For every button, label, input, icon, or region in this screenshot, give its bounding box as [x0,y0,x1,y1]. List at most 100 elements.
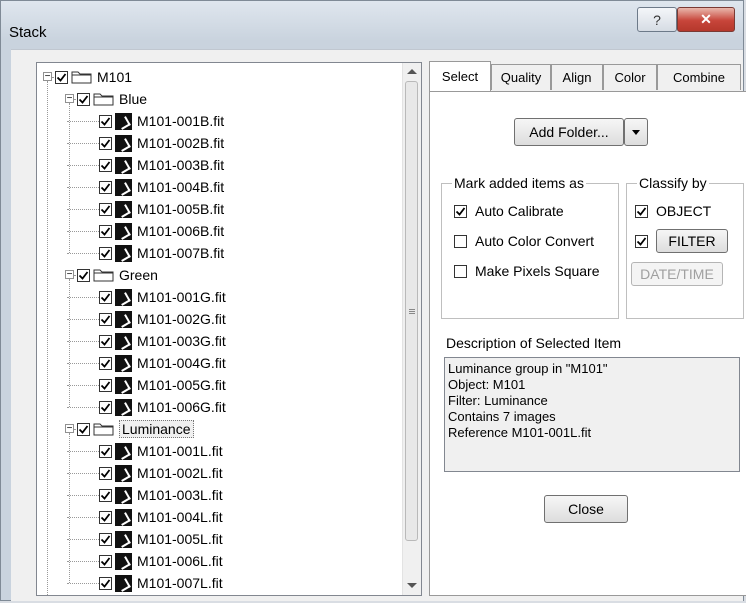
tree-item-folder[interactable]: Blue [77,88,147,110]
tree-checkbox[interactable] [99,312,112,326]
fit-file-icon [115,354,132,372]
tab-quality[interactable]: Quality [491,64,551,90]
object-checkbox[interactable]: OBJECT [635,203,711,219]
tree-checkbox[interactable] [99,114,112,128]
close-window-button[interactable]: ✕ [677,7,735,32]
file-tree[interactable]: − M101 − Blue M101-001B.fit M101-002B.fit M101… [36,62,422,596]
date-time-button[interactable]: DATE/TIME [631,262,723,286]
add-folder-dropdown-button[interactable] [624,118,648,146]
tree-item-file[interactable]: M101-006G.fit [99,396,226,418]
tree-checkbox[interactable] [77,268,90,282]
tree-item-file[interactable]: M101-007L.fit [99,572,223,594]
folder-icon [93,423,114,436]
checkmark-icon [78,94,89,104]
folder-icon-wrap [93,92,119,106]
tree-item-file[interactable]: M101-005B.fit [99,198,224,220]
checkbox-box[interactable] [635,234,648,248]
tree-item-file[interactable]: M101-006B.fit [99,220,224,242]
tree-checkbox[interactable] [99,532,112,546]
tree-checkbox[interactable] [77,422,90,436]
tree-item-file[interactable]: M101-003L.fit [99,484,223,506]
tree-item-file[interactable]: M101-007B.fit [99,242,224,264]
tree-checkbox[interactable] [99,180,112,194]
checkmark-icon [100,138,111,148]
filter-toggle[interactable]: FILTER [656,229,728,253]
tree-connector [67,561,99,562]
tree-connector [67,209,99,210]
close-button[interactable]: Close [544,495,628,523]
tree-item-file[interactable]: M101-006L.fit [99,550,223,572]
help-button[interactable]: ? [637,7,677,32]
tree-checkbox[interactable] [99,356,112,370]
collapse-icon[interactable]: − [65,270,74,280]
collapse-icon[interactable]: − [65,424,74,434]
tree-checkbox[interactable] [99,202,112,216]
tree-checkbox[interactable] [99,576,112,590]
description-line: Filter: Luminance [448,393,548,408]
tree-checkbox[interactable] [99,224,112,238]
tree-item-label: M101-001B.fit [137,113,225,129]
add-folder-button[interactable]: Add Folder... [514,118,624,146]
scroll-down-icon[interactable] [407,583,417,588]
scrollbar-thumb[interactable] [405,81,418,541]
tree-item-file[interactable]: M101-002B.fit [99,132,224,154]
tree-checkbox[interactable] [99,510,112,524]
auto-color-convert-checkbox[interactable]: Auto Color Convert [454,233,594,249]
tree-item-file[interactable]: M101-003G.fit [99,330,226,352]
filter-checkbox[interactable]: FILTER [635,229,728,253]
tab-color[interactable]: Color [603,64,657,90]
folder-icon [93,269,114,282]
checkbox-box[interactable] [635,204,648,218]
tab-combine[interactable]: Combine [657,64,741,90]
tree-item-file[interactable]: M101-001L.fit [99,440,223,462]
close-icon: ✕ [700,11,712,27]
tree-checkbox[interactable] [99,466,112,480]
tree-scrollbar[interactable] [402,63,421,595]
tree-item-file[interactable]: M101-002L.fit [99,462,223,484]
tree-item-file[interactable]: M101-004B.fit [99,176,224,198]
tree-checkbox[interactable] [99,378,112,392]
tree-checkbox[interactable] [99,554,112,568]
tree-checkbox[interactable] [99,158,112,172]
tab-align[interactable]: Align [551,64,603,90]
description-title: Description of Selected Item [446,335,622,351]
tree-checkbox[interactable] [99,246,112,260]
tree-item-file[interactable]: M101-001B.fit [99,110,224,132]
auto-calibrate-checkbox[interactable]: Auto Calibrate [454,203,564,219]
tree-item-folder[interactable]: Green [77,264,158,286]
tree-checkbox[interactable] [55,70,68,84]
tree-checkbox[interactable] [77,92,90,106]
tree-checkbox[interactable] [99,444,112,458]
tree-item-file[interactable]: M101-001G.fit [99,286,226,308]
tree-item-file[interactable]: M101-005G.fit [99,374,226,396]
tree-item-file[interactable]: M101-005L.fit [99,528,223,550]
fit-file-icon [115,244,132,262]
scroll-up-icon[interactable] [407,69,417,74]
tree-checkbox[interactable] [99,488,112,502]
tree-item-file[interactable]: M101-004G.fit [99,352,226,374]
fit-file-icon [115,552,132,570]
tree-item-label: M101-006L.fit [137,553,223,569]
tree-checkbox[interactable] [99,334,112,348]
tree-checkbox[interactable] [99,400,112,414]
tab-select[interactable]: Select [429,61,491,91]
checkmark-icon [100,336,111,346]
tree-connector [47,81,48,595]
fit-file-icon [115,530,132,548]
tree-item-folder[interactable]: Luminance [77,418,194,440]
tree-item-file[interactable]: M101-002G.fit [99,308,226,330]
tree-checkbox[interactable] [99,136,112,150]
tree-item-file[interactable]: M101-003B.fit [99,154,224,176]
checkbox-box[interactable] [454,264,467,278]
collapse-icon[interactable]: − [43,72,52,82]
checkbox-box[interactable] [454,234,467,248]
collapse-icon[interactable]: − [65,94,74,104]
checkbox-box[interactable] [454,204,467,218]
tree-item-file[interactable]: M101-004L.fit [99,506,223,528]
window-title: Stack [9,24,47,41]
tree-item-folder[interactable]: M101 [55,66,132,88]
checkmark-icon [100,248,111,258]
checkmark-icon [100,314,111,324]
tree-checkbox[interactable] [99,290,112,304]
make-pixels-square-checkbox[interactable]: Make Pixels Square [454,263,600,279]
